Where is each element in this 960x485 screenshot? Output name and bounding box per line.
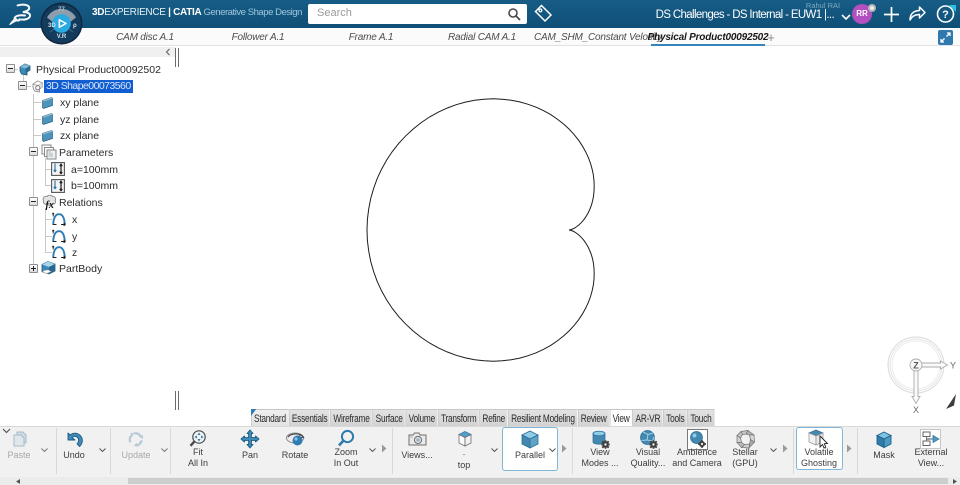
svg-text:Y: Y bbox=[950, 361, 956, 371]
svg-text:?: ? bbox=[942, 9, 949, 21]
svg-text:X: X bbox=[913, 405, 919, 415]
svg-text:3D: 3D bbox=[48, 23, 56, 29]
svg-text:Z: Z bbox=[913, 361, 919, 371]
svg-text:77: 77 bbox=[58, 7, 65, 13]
svg-text:V.R: V.R bbox=[57, 34, 67, 40]
svg-text:ρ: ρ bbox=[73, 23, 77, 29]
